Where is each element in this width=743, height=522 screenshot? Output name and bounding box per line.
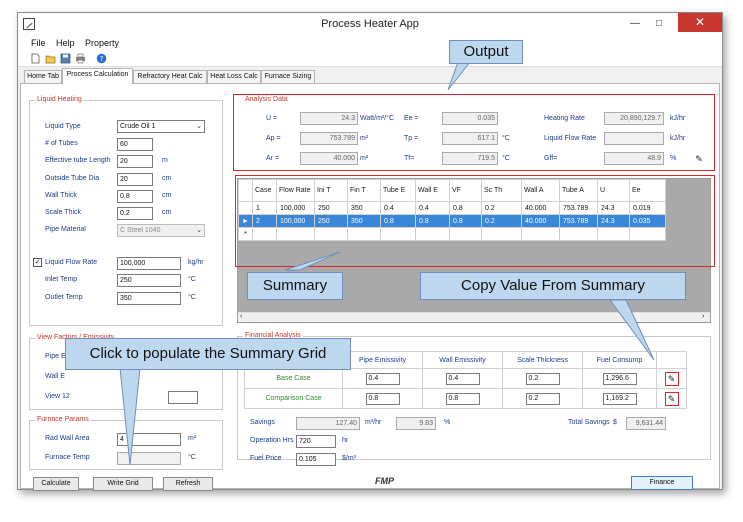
copy-value-callout: Copy Value From Summary — [420, 272, 686, 300]
populate-callout-pointer — [119, 367, 141, 466]
populate-callout: Click to populate the Summary Grid — [65, 338, 351, 370]
summary-callout-pointer — [284, 251, 341, 271]
output-callout: Output — [449, 40, 523, 64]
output-callout-pointer — [447, 61, 472, 91]
tab-process-calculation[interactable]: Process Calculation — [62, 68, 133, 84]
copy-callout-pointer — [609, 299, 655, 361]
summary-callout: Summary — [247, 272, 343, 300]
